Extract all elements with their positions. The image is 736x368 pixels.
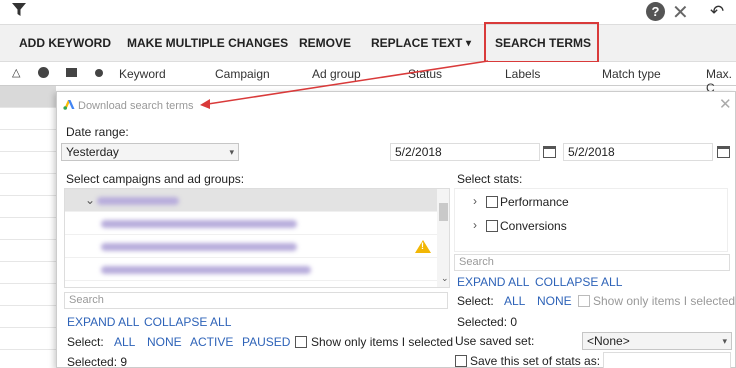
table-row[interactable] [0, 262, 56, 284]
table-row[interactable] [0, 152, 56, 174]
make-multiple-changes-button[interactable]: MAKE MULTIPLE CHANGES [127, 25, 288, 62]
campaigns-expand-all-link[interactable]: EXPAND ALL [67, 315, 139, 329]
tree-scrollbar-thumb[interactable] [439, 203, 448, 221]
close-icon[interactable]: ✕ [672, 0, 689, 25]
add-keyword-button[interactable]: ADD KEYWORD [19, 25, 111, 62]
table-row[interactable] [0, 86, 56, 108]
tree-row-adgroup[interactable] [65, 235, 437, 258]
google-ads-logo-icon [63, 100, 75, 110]
chevron-right-icon[interactable]: › [473, 218, 477, 232]
campaigns-select-all-link[interactable]: ALL [114, 335, 135, 349]
table-row[interactable] [0, 130, 56, 152]
stats-select-label: Select: [457, 294, 494, 308]
stats-select-all-link[interactable]: ALL [504, 294, 525, 308]
start-date-value: 5/2/2018 [395, 145, 442, 159]
use-saved-set-label: Use saved set: [455, 334, 535, 348]
table-row[interactable] [0, 350, 56, 368]
save-set-name-input[interactable] [603, 352, 731, 368]
performance-checkbox[interactable] [486, 196, 498, 208]
tree-row-adgroup[interactable] [65, 212, 437, 253]
table-row[interactable] [0, 306, 56, 328]
comment-column-icon [66, 68, 77, 77]
stats-collapse-all-link[interactable]: COLLAPSE ALL [535, 275, 622, 289]
col-match-type[interactable]: Match type [602, 67, 661, 81]
stats-tree: › Performance › Conversions [454, 188, 728, 252]
error-column-icon [38, 67, 49, 78]
table-row[interactable] [0, 218, 56, 240]
status-column-icon [95, 69, 103, 77]
remove-button[interactable]: REMOVE [299, 25, 351, 62]
stats-show-only-selected-label: Show only items I selected [593, 294, 736, 308]
conversions-checkbox[interactable] [486, 220, 498, 232]
campaigns-show-only-selected-checkbox[interactable] [295, 336, 307, 348]
filter-icon[interactable] [12, 3, 26, 17]
campaigns-select-none-link[interactable]: NONE [147, 335, 182, 349]
campaign-tree: ⌄ ⌄ [64, 188, 450, 288]
warning-column-icon: △ [12, 67, 21, 79]
campaigns-search-input[interactable]: Search [64, 292, 448, 309]
help-icon[interactable]: ? [646, 2, 665, 21]
chevron-down-icon: ▾ [229, 147, 234, 157]
blurred-adgroup-name [101, 266, 311, 274]
stats-show-only-selected-checkbox[interactable] [578, 295, 590, 307]
col-status[interactable]: Status [408, 67, 442, 81]
table-row[interactable] [0, 174, 56, 196]
blurred-adgroup-name [101, 220, 297, 228]
date-range-value: Yesterday [66, 145, 119, 159]
end-date-value: 5/2/2018 [568, 145, 615, 159]
table-row[interactable] [0, 240, 56, 262]
save-set-label: Save this set of stats as: [470, 354, 601, 368]
col-ad-group[interactable]: Ad group [312, 67, 361, 81]
date-range-label: Date range: [66, 125, 129, 139]
saved-set-select[interactable]: <None> ▾ [582, 332, 732, 350]
stats-expand-all-link[interactable]: EXPAND ALL [457, 275, 529, 289]
blurred-adgroup-name [101, 243, 297, 251]
tree-row-adgroup[interactable] [65, 258, 437, 281]
replace-text-button[interactable]: REPLACE TEXT [371, 25, 462, 62]
search-terms-highlight [484, 22, 599, 63]
calendar-icon[interactable] [543, 146, 556, 158]
table-row[interactable] [0, 328, 56, 350]
tree-row-campaign[interactable]: ⌄ [65, 189, 437, 212]
campaigns-select-active-link[interactable]: ACTIVE [190, 335, 233, 349]
campaigns-selected-count: Selected: 9 [67, 355, 128, 368]
chevron-down-icon[interactable]: ⌄ [85, 193, 95, 207]
campaigns-select-paused-link[interactable]: PAUSED [242, 335, 290, 349]
stats-selected-count: Selected: 0 [457, 315, 518, 329]
save-set-checkbox[interactable] [455, 355, 467, 367]
table-row[interactable] [0, 196, 56, 218]
end-date-field[interactable]: 5/2/2018 [563, 143, 713, 161]
stats-label: Select stats: [457, 172, 523, 186]
campaigns-label: Select campaigns and ad groups: [66, 172, 245, 186]
stats-search-input[interactable]: Search [454, 254, 730, 271]
table-row[interactable] [0, 284, 56, 306]
dialog-title: Download search terms [78, 100, 194, 112]
table-row[interactable] [0, 108, 56, 130]
replace-text-dropdown-icon[interactable]: ▾ [466, 25, 471, 62]
start-date-field[interactable]: 5/2/2018 [390, 143, 540, 161]
col-keyword[interactable]: Keyword [119, 67, 166, 81]
top-bar: ? ✕ ↶ [0, 0, 736, 24]
grid-column-header: △ Keyword Campaign Ad group Status Label… [0, 62, 736, 95]
stats-select-none-link[interactable]: NONE [537, 294, 572, 308]
chevron-right-icon[interactable]: › [473, 194, 477, 208]
stats-item-conversions[interactable]: Conversions [500, 219, 567, 233]
campaigns-collapse-all-link[interactable]: COLLAPSE ALL [144, 315, 231, 329]
toolbar: ADD KEYWORD MAKE MULTIPLE CHANGES REMOVE… [0, 24, 736, 62]
dialog-close-icon[interactable]: ✕ [719, 95, 732, 113]
campaigns-select-label: Select: [67, 335, 104, 349]
calendar-icon[interactable] [717, 146, 730, 158]
col-campaign[interactable]: Campaign [215, 67, 270, 81]
stats-item-performance[interactable]: Performance [500, 195, 569, 209]
blurred-campaign-name [97, 197, 179, 205]
undo-icon[interactable]: ↶ [710, 2, 724, 22]
saved-set-value: <None> [587, 334, 630, 348]
scroll-down-icon[interactable]: ⌄ [441, 273, 449, 284]
col-labels[interactable]: Labels [505, 67, 540, 81]
date-range-select[interactable]: Yesterday ▾ [61, 143, 239, 161]
campaigns-show-only-selected-label: Show only items I selected [311, 335, 454, 349]
chevron-down-icon: ▾ [722, 336, 727, 346]
